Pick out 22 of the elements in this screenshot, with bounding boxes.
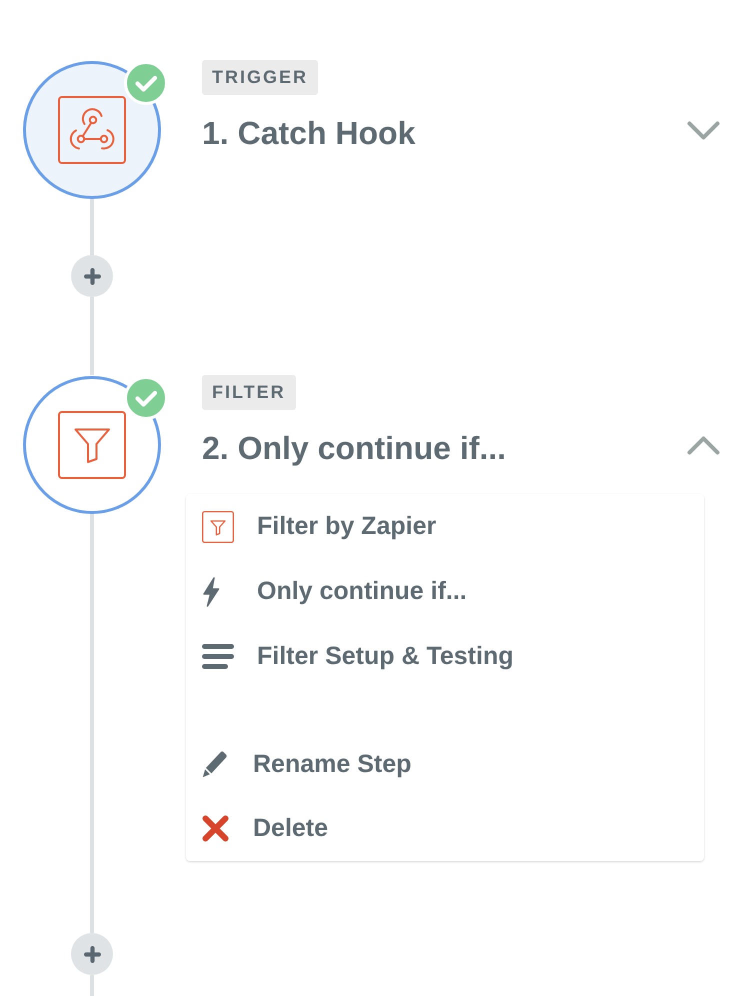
plus-icon [84, 268, 100, 284]
lightning-bolt-icon [202, 576, 220, 606]
menu-item[interactable]: Delete [202, 796, 688, 860]
pencil-icon [202, 750, 228, 778]
webhook-icon [58, 96, 126, 164]
add-step-button[interactable] [71, 255, 113, 297]
chevron-down-icon[interactable] [687, 121, 720, 140]
step-title: 1. Catch Hook [202, 114, 416, 153]
menu-item[interactable]: Filter Setup & Testing [202, 624, 688, 689]
cross-icon [202, 814, 229, 842]
step-type-label: FILTER [202, 375, 296, 410]
add-step-button[interactable] [71, 933, 113, 975]
funnel-icon [58, 411, 126, 479]
step-type-label: TRIGGER [202, 60, 318, 95]
plus-icon [84, 946, 100, 962]
text-lines-icon [202, 644, 234, 669]
menu-item[interactable]: Rename Step [202, 732, 688, 796]
funnel-icon [202, 510, 234, 542]
menu-item[interactable]: Filter by Zapier [202, 494, 688, 559]
menu-item[interactable]: Only continue if... [202, 559, 688, 624]
chevron-up-icon[interactable] [687, 436, 720, 455]
step-title: 2. Only continue if... [202, 429, 506, 468]
